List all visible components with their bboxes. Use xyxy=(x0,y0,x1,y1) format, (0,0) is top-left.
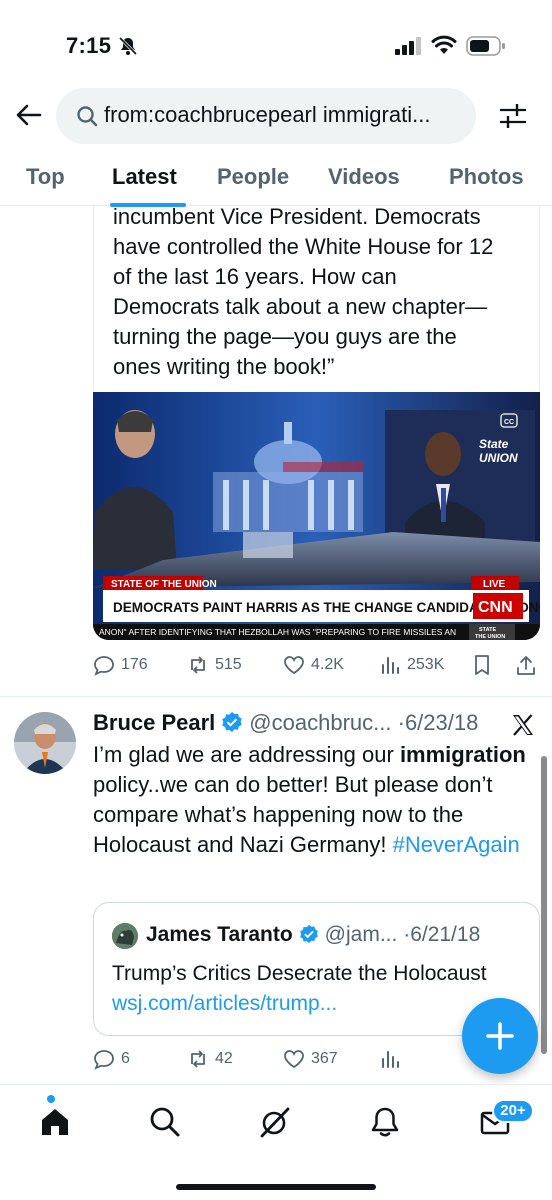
status-time: 7:15 xyxy=(66,33,112,58)
messages-badge: 20+ xyxy=(492,1099,534,1123)
like-button[interactable]: 4.2K xyxy=(283,654,344,676)
separator-dot: · xyxy=(397,710,405,735)
grok-icon[interactable] xyxy=(258,1105,292,1139)
tweet-actions: 176 515 4.2K 253K xyxy=(93,654,540,682)
share-button[interactable] xyxy=(515,654,543,676)
home-icon[interactable] xyxy=(38,1105,72,1139)
reply-button[interactable]: 6 xyxy=(93,1048,130,1070)
cc-icon[interactable]: CC xyxy=(504,419,514,426)
author-name[interactable]: Bruce Pearl xyxy=(93,710,215,735)
bookmark-icon xyxy=(475,655,489,675)
show-logo-top: State xyxy=(479,437,509,451)
tweet-header: Bruce Pearl @coachbruc... ·6/23/18 xyxy=(93,710,478,740)
views-button[interactable] xyxy=(379,1048,407,1070)
tweet-text-line: of the last 16 years. How can xyxy=(113,264,397,289)
live-label: LIVE xyxy=(483,579,506,590)
tab-top[interactable]: Top xyxy=(26,164,65,190)
home-indicator[interactable] xyxy=(176,1184,376,1190)
views-count: 253K xyxy=(407,656,445,673)
quote-body: Trump’s Critics Desecrate the Holocaust xyxy=(112,962,487,985)
author-handle[interactable]: @coachbruc... xyxy=(249,710,391,735)
tweet-text-line: Democrats talk about a new chapter— xyxy=(113,294,488,319)
video-scene: STATE OF THE UNION LIVE DEMOCRATS PAINT … xyxy=(93,392,540,640)
like-button[interactable]: 367 xyxy=(283,1048,338,1070)
reply-button[interactable]: 176 xyxy=(93,654,148,676)
tweet-text-line: ones writing the book!” xyxy=(113,354,335,379)
search-input[interactable]: from:coachbrucepearl immigrati... xyxy=(56,88,476,144)
quote-author-handle: @jam... xyxy=(324,923,398,946)
views-chart-icon xyxy=(382,1051,399,1068)
cnn-logo: CNN xyxy=(478,599,513,616)
search-query: from:coachbrucepearl immigrati... xyxy=(104,102,431,127)
quote-link[interactable]: wsj.com/articles/trump... xyxy=(112,992,337,1015)
compose-button[interactable] xyxy=(462,998,538,1074)
tab-people[interactable]: People xyxy=(217,164,289,190)
bug-state: STATE xyxy=(479,627,497,633)
tweet-text-start: I’m glad we are addressing our xyxy=(93,742,400,767)
views-chart-icon xyxy=(382,657,399,674)
reply-icon xyxy=(94,1050,114,1070)
show-logo-bottom: UNION xyxy=(479,451,518,465)
reply-icon xyxy=(94,656,114,676)
quote-text: Trump’s Critics Desecrate the Holocaust … xyxy=(112,959,512,1019)
bug-union: THE UNION xyxy=(475,634,505,640)
bookmark-button[interactable] xyxy=(471,654,499,676)
repost-button[interactable]: 42 xyxy=(187,1048,233,1070)
repost-count: 515 xyxy=(215,656,242,673)
back-arrow-icon[interactable] xyxy=(14,100,44,130)
show-label: STATE OF THE UNION xyxy=(111,579,217,590)
share-icon xyxy=(517,656,535,675)
status-bar: 7:15 xyxy=(0,0,552,90)
repost-count: 42 xyxy=(215,1050,233,1067)
quote-author-name: James Taranto xyxy=(146,923,293,946)
views-button[interactable]: 253K xyxy=(379,654,444,676)
search-icon[interactable] xyxy=(148,1105,182,1139)
hashtag-link[interactable]: #NeverAgain xyxy=(393,832,520,857)
scrollbar[interactable] xyxy=(541,756,547,1054)
quote-header: James Taranto @jam... ·6/21/18 xyxy=(146,923,480,947)
quote-date: 6/21/18 xyxy=(410,923,481,946)
bell-slash-icon xyxy=(118,36,138,56)
battery-icon xyxy=(466,36,505,56)
tweet-text-line: turning the page—you guys are the xyxy=(113,324,457,349)
x-logo-icon[interactable] xyxy=(510,712,536,738)
reply-count: 176 xyxy=(121,656,148,673)
news-ticker: ANON" AFTER IDENTIFYING THAT HEZBOLLAH W… xyxy=(99,627,456,637)
cellular-signal-icon xyxy=(395,37,421,55)
avatar-image xyxy=(14,712,76,774)
quote-avatar xyxy=(112,923,138,949)
tweet-date[interactable]: 6/23/18 xyxy=(405,710,478,735)
avatar[interactable] xyxy=(14,712,76,774)
search-tabs: Top Latest People Videos Photos xyxy=(0,150,552,207)
plus-icon xyxy=(486,1022,514,1050)
tweet-text: incumbent Vice President. Democrats have… xyxy=(113,202,533,382)
bottom-navigation: 20+ xyxy=(0,1084,552,1200)
like-count: 367 xyxy=(311,1050,338,1067)
search-icon xyxy=(77,106,98,127)
tweet-text-line: incumbent Vice President. Democrats xyxy=(113,204,481,229)
verified-badge-icon xyxy=(222,712,242,732)
search-header: from:coachbrucepearl immigrati... xyxy=(0,88,552,146)
notifications-bell-icon[interactable] xyxy=(368,1105,402,1139)
tweet-divider xyxy=(0,696,552,697)
tab-videos[interactable]: Videos xyxy=(328,164,400,190)
repost-icon xyxy=(191,1050,205,1068)
video-thumbnail[interactable]: STATE OF THE UNION LIVE DEMOCRATS PAINT … xyxy=(93,392,540,640)
verified-badge-icon xyxy=(299,924,318,944)
reply-count: 6 xyxy=(121,1050,130,1067)
tweet-keyword-highlight: immigration xyxy=(399,742,526,767)
tab-latest[interactable]: Latest xyxy=(112,164,177,190)
wifi-icon xyxy=(431,35,457,54)
heart-icon xyxy=(284,656,304,675)
repost-button[interactable]: 515 xyxy=(187,654,242,676)
repost-icon xyxy=(191,656,205,674)
heart-icon xyxy=(284,1050,304,1069)
home-notification-dot xyxy=(47,1095,55,1103)
like-count: 4.2K xyxy=(311,656,344,673)
tweet-text: I’m glad we are addressing our immigrati… xyxy=(93,740,533,860)
tab-photos[interactable]: Photos xyxy=(449,164,524,190)
filter-sliders-icon[interactable] xyxy=(498,102,528,130)
tweet-text-line: have controlled the White House for 12 xyxy=(113,234,494,259)
